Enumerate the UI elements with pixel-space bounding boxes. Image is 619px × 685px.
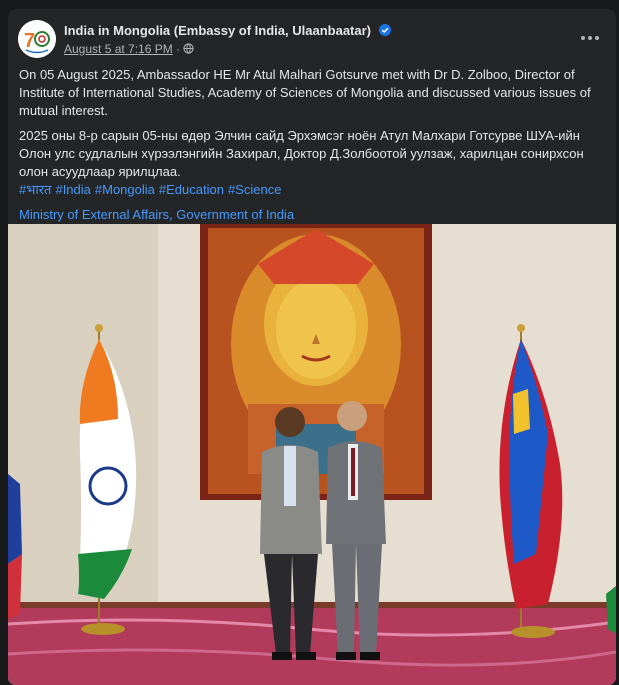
post-body: On 05 August 2025, Ambassador HE Mr Atul… [19, 66, 611, 231]
post-photo[interactable] [8, 224, 616, 685]
hashtag-link[interactable]: #India [55, 182, 90, 197]
hashtag-link[interactable]: #भारत [19, 182, 51, 197]
meta-separator: · [176, 42, 181, 56]
photo-image [8, 224, 616, 685]
post-text-mongolian: 2025 оны 8-р сарын 05-ны өдөр Элчин сайд… [19, 128, 584, 179]
post-meta: August 5 at 7:16 PM · [64, 42, 195, 56]
mention-link[interactable]: Ministry of External Affairs, Government… [19, 206, 611, 224]
svg-text:7: 7 [24, 30, 35, 52]
post-header: 7 India in Mongolia (Embassy of India, U… [18, 20, 616, 60]
globe-icon[interactable] [183, 43, 195, 54]
page-avatar[interactable]: 7 [18, 20, 56, 58]
hashtag-link[interactable]: #Science [228, 182, 281, 197]
verified-badge-icon [378, 24, 391, 36]
page-name-row: India in Mongolia (Embassy of India, Ula… [64, 23, 391, 38]
hashtag-link[interactable]: #Mongolia [95, 182, 155, 197]
more-options-icon[interactable] [578, 30, 602, 46]
post-text-english: On 05 August 2025, Ambassador HE Mr Atul… [19, 67, 591, 118]
hashtag-list: #भारत #India #Mongolia #Education #Science [19, 181, 611, 199]
hashtag-link[interactable]: #Education [159, 182, 224, 197]
page-name-link[interactable]: India in Mongolia (Embassy of India, Ula… [64, 23, 371, 38]
post-timestamp[interactable]: August 5 at 7:16 PM [64, 42, 173, 56]
embassy-logo-icon: 7 [18, 20, 56, 58]
post-card: 7 India in Mongolia (Embassy of India, U… [8, 9, 616, 685]
